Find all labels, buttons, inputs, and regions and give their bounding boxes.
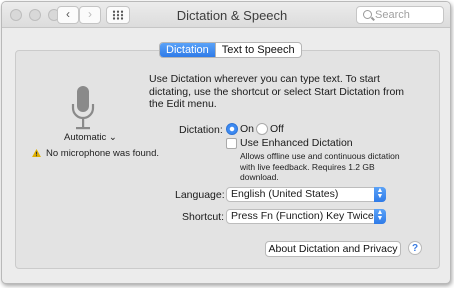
back-button[interactable]: ‹ bbox=[57, 6, 79, 24]
microphone-icon bbox=[71, 86, 95, 130]
search-field[interactable] bbox=[356, 6, 444, 24]
shortcut-value: Press Fn (Function) Key Twice bbox=[231, 210, 374, 222]
title-bar: ‹ › Dictation & Speech bbox=[2, 2, 450, 28]
dictation-on-label[interactable]: On bbox=[240, 123, 254, 135]
search-icon bbox=[363, 10, 372, 19]
tab-dictation[interactable]: Dictation bbox=[160, 43, 215, 57]
enhanced-dictation-label[interactable]: Use Enhanced Dictation bbox=[240, 137, 353, 149]
tab-control: Dictation Text to Speech bbox=[159, 42, 302, 58]
close-window-button[interactable] bbox=[10, 9, 22, 21]
language-label: Language: bbox=[175, 189, 225, 201]
dictation-description: Use Dictation wherever you can type text… bbox=[149, 73, 405, 110]
dictation-off-radio[interactable] bbox=[256, 123, 268, 135]
preferences-window: ‹ › Dictation & Speech Dictation Text to… bbox=[1, 1, 451, 284]
no-microphone-message: No microphone was found. bbox=[46, 148, 160, 159]
enhanced-dictation-checkbox[interactable] bbox=[226, 138, 237, 149]
shortcut-label: Shortcut: bbox=[182, 211, 225, 223]
about-dictation-privacy-button[interactable]: About Dictation and Privacy bbox=[265, 241, 401, 257]
show-all-button[interactable] bbox=[106, 6, 130, 24]
chevron-updown-icon: ▲ ▼ bbox=[374, 187, 386, 202]
tab-text-to-speech[interactable]: Text to Speech bbox=[214, 43, 301, 57]
chevron-updown-icon: ▲ ▼ bbox=[374, 209, 386, 224]
dictation-label: Dictation: bbox=[179, 124, 223, 136]
search-input[interactable] bbox=[375, 8, 441, 22]
grid-icon bbox=[112, 10, 124, 20]
language-popup[interactable]: English (United States) ▲ ▼ bbox=[226, 187, 386, 202]
warning-icon bbox=[32, 149, 41, 157]
dictation-off-label[interactable]: Off bbox=[270, 123, 284, 135]
minimize-window-button[interactable] bbox=[29, 9, 41, 21]
dictation-on-radio[interactable] bbox=[226, 123, 238, 135]
help-button[interactable]: ? bbox=[408, 241, 422, 255]
window-title: Dictation & Speech bbox=[176, 8, 288, 23]
input-source-popup[interactable]: Automatic ⌄ bbox=[64, 132, 117, 143]
shortcut-popup[interactable]: Press Fn (Function) Key Twice ▲ ▼ bbox=[226, 209, 386, 224]
forward-button[interactable]: › bbox=[79, 6, 101, 24]
language-value: English (United States) bbox=[231, 188, 339, 200]
enhanced-dictation-description: Allows offline use and continuous dictat… bbox=[240, 151, 400, 182]
